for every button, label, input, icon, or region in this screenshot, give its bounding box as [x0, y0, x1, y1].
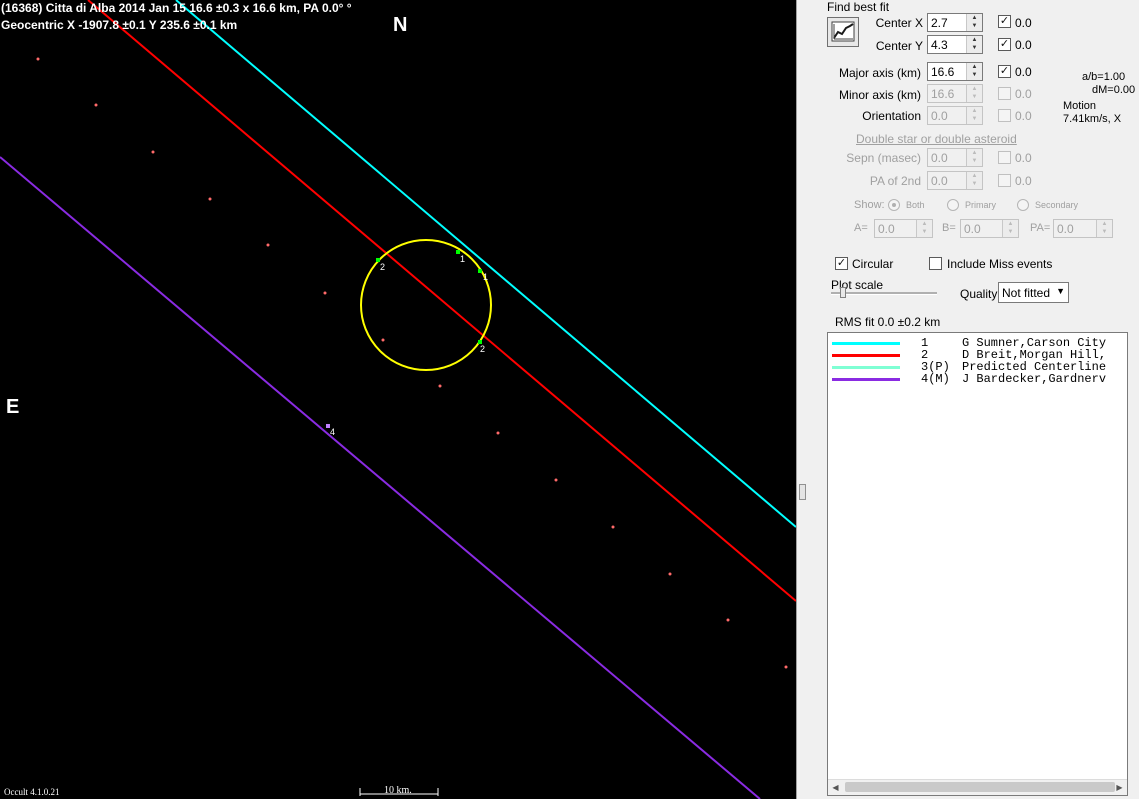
- sepn-delta: 0.0: [1015, 151, 1032, 165]
- show-both-label: Both: [906, 200, 925, 210]
- orientation-field[interactable]: 0.0 ▲ ▼: [927, 106, 983, 125]
- major-axis-checkbox[interactable]: ✓: [998, 65, 1011, 78]
- orientation-checkbox[interactable]: [998, 109, 1011, 122]
- pa-2nd-field[interactable]: 0.0 ▲ ▼: [927, 171, 983, 190]
- center-y-checkbox[interactable]: ✓: [998, 38, 1011, 51]
- show-primary-label: Primary: [965, 200, 996, 210]
- major-axis-delta: 0.0: [1015, 65, 1032, 79]
- plot-scale-label: Plot scale: [831, 278, 884, 292]
- sepn-field[interactable]: 0.0 ▲ ▼: [927, 148, 983, 167]
- center-y-delta: 0.0: [1015, 38, 1032, 52]
- a-label: A=: [854, 222, 868, 234]
- list-item[interactable]: 3(P) Predicted Centerline: [828, 361, 1106, 373]
- center-x-delta: 0.0: [1015, 16, 1032, 30]
- circular-label: Circular: [852, 257, 894, 271]
- sepn-label: Sepn (masec): [846, 151, 921, 165]
- rms-fit-label: RMS fit 0.0 ±0.2 km: [835, 315, 941, 329]
- quality-label: Quality: [960, 287, 998, 301]
- quality-select[interactable]: Not fitted ▼: [998, 282, 1069, 303]
- center-x-field[interactable]: 2.7 ▲ ▼: [927, 13, 983, 32]
- chord-list[interactable]: 1 G Sumner,Carson City 2 D Breit,Morgan …: [827, 332, 1128, 796]
- marker-1a: 1: [460, 254, 466, 264]
- chord-color-swatch: [832, 378, 900, 381]
- chord-1-line: [175, 0, 796, 528]
- scale-label: 10 km.: [384, 785, 412, 796]
- center-y-label: Center Y: [875, 39, 923, 53]
- plot-title: (16368) Citta di Alba 2014 Jan 15 16.6 ±…: [1, 1, 352, 15]
- asteroid-outline: [360, 239, 492, 371]
- orientation-label: Orientation: [862, 109, 921, 123]
- marker-4: 4: [330, 427, 336, 437]
- plot-scale-track[interactable]: [831, 292, 937, 295]
- show-both-radio[interactable]: [888, 199, 900, 211]
- minor-axis-delta: 0.0: [1015, 87, 1032, 101]
- chevron-down-icon: ▼: [1056, 286, 1065, 296]
- east-label: E: [6, 396, 20, 418]
- minor-axis-label: Minor axis (km): [838, 88, 921, 102]
- chord-color-swatch: [832, 342, 900, 345]
- marker-2a: 2: [380, 262, 386, 272]
- center-y-field[interactable]: 4.3 ▲ ▼: [927, 35, 983, 54]
- fit-panel: Find best fit Center X 2.7 ▲ ▼ ✓ 0.0 Cente…: [809, 0, 1139, 799]
- orientation-delta: 0.0: [1015, 109, 1032, 123]
- include-miss-label: Include Miss events: [947, 257, 1053, 271]
- chord-4-line: [0, 156, 761, 799]
- a-field[interactable]: 0.0 ▲ ▼: [874, 219, 933, 238]
- show-secondary-radio[interactable]: [1017, 199, 1029, 211]
- ab-ratio: a/b=1.00: [1082, 71, 1126, 83]
- splitter[interactable]: [796, 0, 809, 799]
- horizontal-scrollbar[interactable]: ◀ ▶: [828, 779, 1127, 795]
- scroll-thumb[interactable]: [845, 782, 1115, 792]
- quality-value: Not fitted: [1002, 286, 1051, 300]
- show-label: Show:: [854, 199, 885, 211]
- minor-axis-field[interactable]: 16.6 ▲ ▼: [927, 84, 983, 103]
- center-x-checkbox[interactable]: ✓: [998, 15, 1011, 28]
- chord-color-swatch: [832, 354, 900, 357]
- motion-value: 7.41km/s, X: [1063, 113, 1122, 125]
- chord-2-gap: [377, 257, 481, 346]
- show-secondary-label: Secondary: [1035, 200, 1079, 210]
- plot-area[interactable]: (16368) Citta di Alba 2014 Jan 15 16.6 ±…: [0, 0, 796, 799]
- list-item[interactable]: 1 G Sumner,Carson City: [828, 337, 1106, 349]
- show-primary-radio[interactable]: [947, 199, 959, 211]
- major-axis-label: Major axis (km): [838, 66, 921, 80]
- splitter-grip[interactable]: [799, 484, 806, 500]
- dm-value: dM=0.00: [1092, 84, 1136, 96]
- scroll-left-icon[interactable]: ◀: [828, 780, 843, 795]
- marker-1b-dot: [478, 269, 482, 273]
- marker-2b: 2: [480, 344, 486, 354]
- north-label: N: [393, 14, 408, 36]
- scroll-right-icon[interactable]: ▶: [1112, 780, 1127, 795]
- path-dots: [36, 57, 788, 669]
- b-field[interactable]: 0.0 ▲ ▼: [960, 219, 1019, 238]
- plot-geocentric: Geocentric X -1907.8 ±0.1 Y 235.6 ±0.1 k…: [1, 18, 238, 32]
- pa-2nd-delta: 0.0: [1015, 174, 1032, 188]
- sepn-checkbox[interactable]: [998, 151, 1011, 164]
- minor-axis-checkbox[interactable]: [998, 87, 1011, 100]
- find-best-fit-label: Find best fit: [827, 0, 890, 14]
- major-axis-field[interactable]: 16.6 ▲ ▼: [927, 62, 983, 81]
- pa-field[interactable]: 0.0 ▲ ▼: [1053, 219, 1113, 238]
- pa-2nd-label: PA of 2nd: [869, 174, 921, 188]
- b-label: B=: [942, 222, 956, 234]
- plot-scale-thumb[interactable]: [840, 287, 846, 298]
- marker-1b: 1: [483, 272, 489, 282]
- list-item[interactable]: 4(M) J Bardecker,Gardnerv: [828, 373, 1106, 385]
- center-x-label: Center X: [875, 16, 923, 30]
- motion-label: Motion: [1063, 100, 1097, 112]
- chord-color-swatch: [832, 366, 900, 369]
- pa-label: PA=: [1030, 222, 1051, 234]
- chord-2-line: [87, 0, 796, 602]
- list-item[interactable]: 2 D Breit,Morgan Hill,: [828, 349, 1106, 361]
- include-miss-checkbox[interactable]: [929, 257, 942, 270]
- pa-2nd-checkbox[interactable]: [998, 174, 1011, 187]
- plot-canvas: [0, 0, 796, 799]
- version-label: Occult 4.1.0.21: [4, 787, 60, 797]
- double-star-link[interactable]: Double star or double asteroid: [856, 132, 1017, 146]
- circular-checkbox[interactable]: ✓: [835, 257, 848, 270]
